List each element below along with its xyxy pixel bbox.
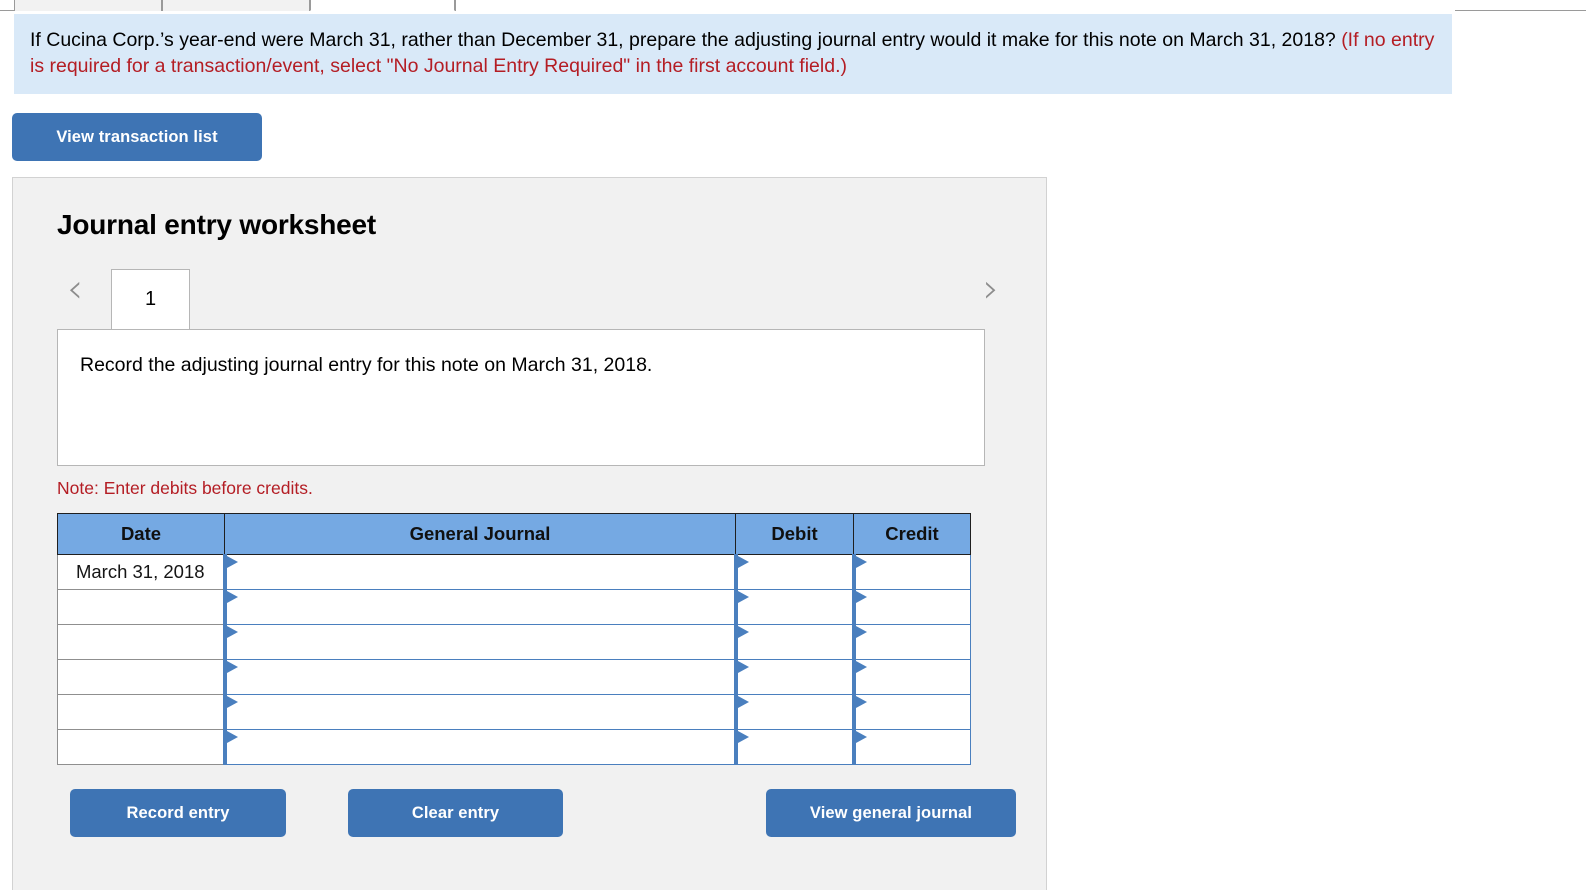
question-prompt: If Cucina Corp.’s year-end were March 31…: [14, 14, 1452, 94]
column-header-date: Date: [57, 513, 225, 555]
tab-1[interactable]: [14, 0, 162, 11]
page-title: Journal entry worksheet: [57, 209, 377, 240]
view-general-journal-button[interactable]: View general journal: [766, 789, 1016, 837]
record-entry-button[interactable]: Record entry: [70, 789, 286, 837]
chevron-left-icon[interactable]: ‹: [57, 269, 93, 313]
table-row: [57, 589, 971, 625]
credit-input[interactable]: [851, 589, 971, 625]
credit-input[interactable]: [851, 554, 971, 590]
column-header-credit: Credit: [853, 513, 971, 555]
table-row: [57, 694, 971, 730]
general-journal-select[interactable]: [222, 624, 736, 660]
column-header-general-journal: General Journal: [224, 513, 736, 555]
journal-entry-worksheet-panel: Journal entry worksheet ‹ 1 › Record the…: [12, 177, 1047, 890]
table-row: [57, 729, 971, 765]
general-journal-select[interactable]: [222, 729, 736, 765]
scenario-description-box: Record the adjusting journal entry for t…: [57, 329, 985, 466]
credit-input[interactable]: [851, 659, 971, 695]
debit-input[interactable]: [733, 624, 854, 660]
table-row: March 31, 2018: [57, 554, 971, 590]
credit-input[interactable]: [851, 694, 971, 730]
general-journal-select[interactable]: [222, 554, 736, 590]
table-row: [57, 659, 971, 695]
table-header-row: Date General Journal Debit Credit: [57, 513, 971, 555]
debits-before-credits-note: Note: Enter debits before credits.: [57, 478, 313, 498]
tab-4[interactable]: [455, 0, 1455, 11]
date-cell[interactable]: March 31, 2018: [57, 554, 225, 590]
debit-input[interactable]: [733, 729, 854, 765]
credit-input[interactable]: [851, 624, 971, 660]
tab-3-active[interactable]: [310, 0, 455, 11]
general-journal-select[interactable]: [222, 589, 736, 625]
date-cell[interactable]: [57, 589, 225, 625]
date-cell[interactable]: [57, 729, 225, 765]
column-header-debit: Debit: [735, 513, 854, 555]
worksheet-pager: ‹ 1 ›: [13, 261, 1046, 329]
debit-input[interactable]: [733, 659, 854, 695]
date-cell[interactable]: [57, 624, 225, 660]
question-text: If Cucina Corp.’s year-end were March 31…: [30, 29, 1336, 51]
browser-tab-strip: [0, 0, 1586, 11]
general-journal-select[interactable]: [222, 659, 736, 695]
debit-input[interactable]: [733, 694, 854, 730]
debit-input[interactable]: [733, 589, 854, 625]
table-row: [57, 624, 971, 660]
credit-input[interactable]: [851, 729, 971, 765]
worksheet-actions: Record entry Clear entry View general jo…: [57, 789, 1017, 839]
debit-input[interactable]: [733, 554, 854, 590]
date-cell[interactable]: [57, 694, 225, 730]
general-journal-select[interactable]: [222, 694, 736, 730]
scenario-text: Record the adjusting journal entry for t…: [80, 354, 653, 376]
clear-entry-button[interactable]: Clear entry: [348, 789, 563, 837]
tab-2[interactable]: [162, 0, 310, 11]
chevron-right-icon[interactable]: ›: [973, 269, 1009, 313]
view-transaction-list-button[interactable]: View transaction list: [12, 113, 262, 161]
journal-entry-table: Date General Journal Debit Credit March …: [57, 513, 971, 765]
date-cell[interactable]: [57, 659, 225, 695]
worksheet-tab-1[interactable]: 1: [111, 269, 190, 329]
